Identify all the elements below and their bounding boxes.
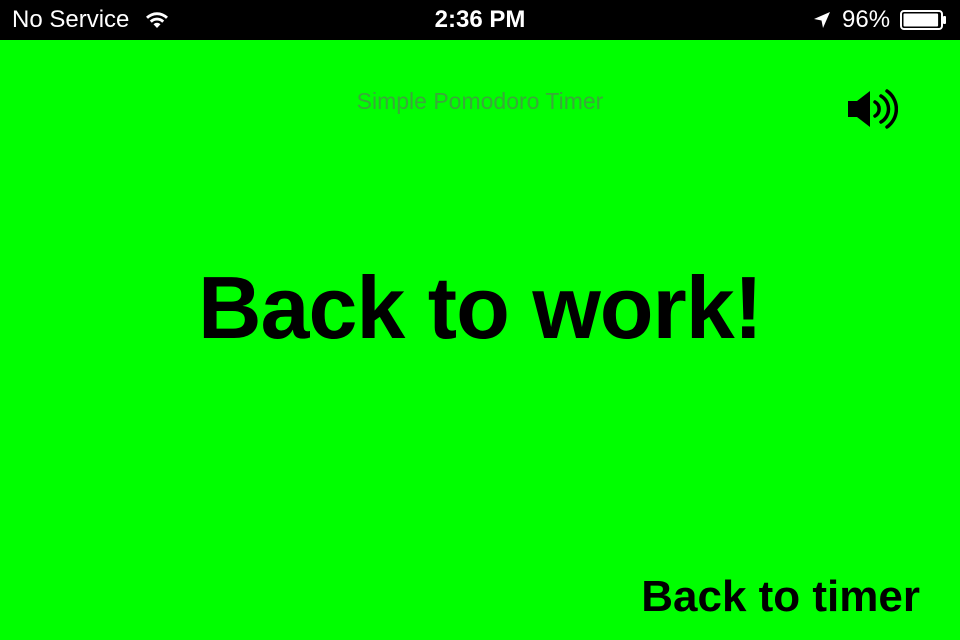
status-bar: No Service 2:36 PM 96%	[0, 0, 960, 40]
back-to-timer-button[interactable]: Back to timer	[641, 570, 920, 624]
app-screen: No Service 2:36 PM 96% Simple Pomodoro T…	[0, 0, 960, 640]
battery-icon	[900, 10, 946, 30]
sound-toggle-button[interactable]	[844, 86, 899, 132]
location-arrow-icon	[814, 12, 830, 28]
break-over-message: Back to work!	[197, 258, 763, 357]
app-title: Simple Pomodoro Timer	[356, 88, 604, 114]
battery-percent: 96%	[842, 6, 891, 33]
speaker-volume-icon	[848, 89, 899, 129]
